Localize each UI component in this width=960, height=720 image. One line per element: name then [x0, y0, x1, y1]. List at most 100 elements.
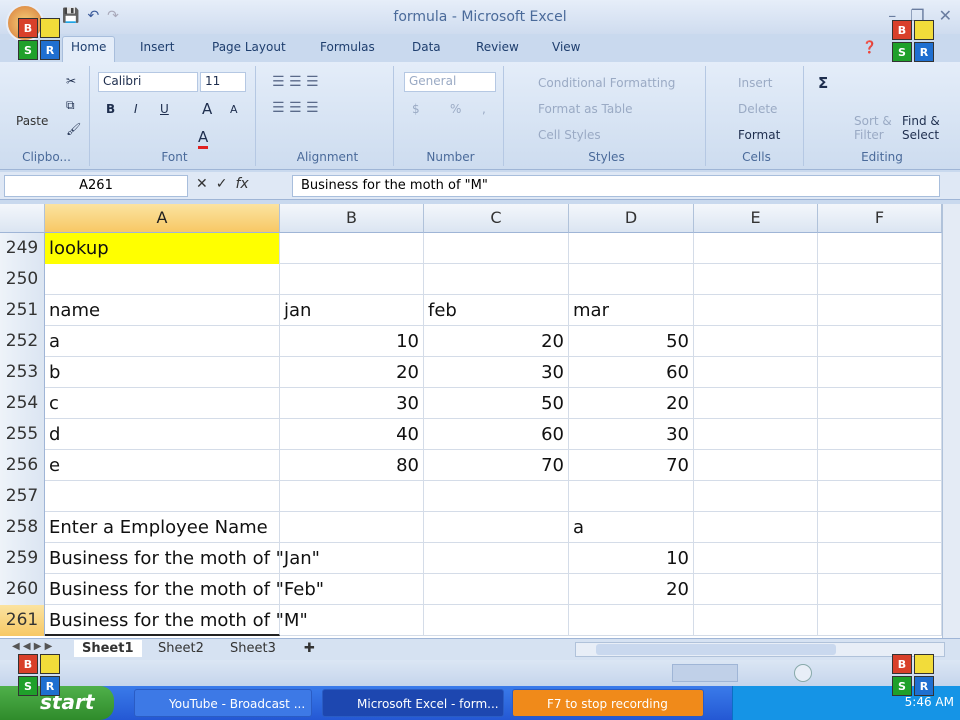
cell-c252[interactable]: 20 [424, 326, 569, 357]
help-icon[interactable]: ❓ [862, 40, 877, 54]
cell-c255[interactable]: 60 [424, 419, 569, 450]
zoom-out-button[interactable] [794, 664, 812, 682]
cell-b249[interactable] [280, 233, 424, 264]
cell-a260[interactable]: Business for the moth of "Feb" [45, 574, 324, 605]
cell-d256[interactable]: 70 [569, 450, 694, 481]
cell-b250[interactable] [280, 264, 424, 295]
column-header-c[interactable]: C [424, 204, 569, 233]
font-color-button[interactable]: A [198, 128, 209, 149]
cell-c256[interactable]: 70 [424, 450, 569, 481]
cell-a255[interactable]: d [45, 419, 280, 450]
close-icon[interactable]: ✕ [939, 6, 952, 25]
justify-buttons[interactable]: ☰ ☰ ☰ [272, 100, 319, 116]
taskbar-item-excel[interactable]: Microsoft Excel - form... [322, 689, 504, 717]
sheet-nav-buttons[interactable]: ◀ ◀ ▶ ▶ [4, 640, 60, 653]
paste-button[interactable]: Paste [16, 114, 48, 128]
cell-c254[interactable]: 50 [424, 388, 569, 419]
cell-c260[interactable] [424, 574, 569, 605]
column-header-a[interactable]: A [45, 204, 280, 233]
cell-b256[interactable]: 80 [280, 450, 424, 481]
cell-f261[interactable] [818, 605, 942, 636]
cell-b252[interactable]: 10 [280, 326, 424, 357]
sort-filter-button[interactable]: Sort & Filter [854, 114, 894, 142]
cell-c261[interactable] [424, 605, 569, 636]
currency-button[interactable]: $ [412, 102, 420, 116]
column-header-e[interactable]: E [694, 204, 818, 233]
cell-styles-button[interactable]: Cell Styles [538, 128, 601, 142]
cell-d255[interactable]: 30 [569, 419, 694, 450]
cell-d257[interactable] [569, 481, 694, 512]
cell-c250[interactable] [424, 264, 569, 295]
cell-b253[interactable]: 20 [280, 357, 424, 388]
row-header[interactable]: 259 [0, 543, 45, 574]
tab-insert[interactable]: Insert [140, 40, 174, 54]
cell-d261[interactable] [569, 605, 694, 636]
cell-f253[interactable] [818, 357, 942, 388]
number-format-select[interactable]: General [404, 72, 496, 92]
cell-c251[interactable]: feb [424, 295, 569, 326]
view-buttons[interactable] [672, 664, 738, 682]
bold-button[interactable]: B [106, 102, 115, 116]
name-box[interactable]: A261 [4, 175, 188, 197]
cell-b257[interactable] [280, 481, 424, 512]
tab-page-layout[interactable]: Page Layout [212, 40, 286, 54]
cancel-icon[interactable]: ✕ [196, 176, 208, 192]
grow-font-button[interactable]: A [202, 100, 212, 118]
cell-f260[interactable] [818, 574, 942, 605]
cell-a257[interactable] [45, 481, 280, 512]
find-select-button[interactable]: Find & Select [902, 114, 950, 142]
tab-home[interactable]: Home [62, 36, 116, 63]
cell-c253[interactable]: 30 [424, 357, 569, 388]
tab-data[interactable]: Data [412, 40, 441, 54]
align-buttons[interactable]: ☰ ☰ ☰ [272, 74, 319, 90]
cell-f251[interactable] [818, 295, 942, 326]
formula-input[interactable]: Business for the moth of "M" [292, 175, 940, 197]
cell-f249[interactable] [818, 233, 942, 264]
tab-view[interactable]: View [552, 40, 580, 54]
cell-d254[interactable]: 20 [569, 388, 694, 419]
enter-icon[interactable]: ✓ [216, 176, 228, 192]
taskbar-item-recorder[interactable]: F7 to stop recording [512, 689, 704, 717]
cell-d253[interactable]: 60 [569, 357, 694, 388]
cell-b259[interactable] [280, 543, 424, 574]
font-name-select[interactable]: Calibri [98, 72, 198, 92]
cell-b255[interactable]: 40 [280, 419, 424, 450]
cell-f256[interactable] [818, 450, 942, 481]
sheet-tab-sheet2[interactable]: Sheet2 [150, 640, 212, 657]
format-cells-button[interactable]: Format [738, 128, 780, 142]
cell-e259[interactable] [694, 543, 818, 574]
cell-a249[interactable]: lookup [45, 233, 280, 264]
cut-icon[interactable]: ✂ [66, 74, 76, 88]
row-header[interactable]: 256 [0, 450, 45, 481]
copy-icon[interactable]: ⧉ [66, 98, 75, 113]
cell-d251[interactable]: mar [569, 295, 694, 326]
select-all-corner[interactable] [0, 204, 45, 233]
cell-a261[interactable]: Business for the moth of "M" [45, 605, 308, 636]
cell-b254[interactable]: 30 [280, 388, 424, 419]
cell-f252[interactable] [818, 326, 942, 357]
percent-button[interactable]: % [450, 102, 461, 116]
cell-e250[interactable] [694, 264, 818, 295]
cell-e258[interactable] [694, 512, 818, 543]
insert-function-icon[interactable]: fx [235, 176, 248, 192]
cell-b251[interactable]: jan [280, 295, 424, 326]
cell-a259[interactable]: Business for the moth of "Jan" [45, 543, 320, 574]
cell-c258[interactable] [424, 512, 569, 543]
row-header[interactable]: 250 [0, 264, 45, 295]
cell-f257[interactable] [818, 481, 942, 512]
autosum-button[interactable]: Σ [818, 74, 828, 92]
cell-d260[interactable]: 20 [569, 574, 694, 605]
cell-d250[interactable] [569, 264, 694, 295]
column-header-d[interactable]: D [569, 204, 694, 233]
cell-a250[interactable] [45, 264, 280, 295]
cell-e261[interactable] [694, 605, 818, 636]
underline-button[interactable]: U [160, 102, 169, 116]
cell-e252[interactable] [694, 326, 818, 357]
cell-e255[interactable] [694, 419, 818, 450]
cell-a251[interactable]: name [45, 295, 280, 326]
cell-d252[interactable]: 50 [569, 326, 694, 357]
cell-e251[interactable] [694, 295, 818, 326]
cell-f259[interactable] [818, 543, 942, 574]
cell-c249[interactable] [424, 233, 569, 264]
cell-c259[interactable] [424, 543, 569, 574]
